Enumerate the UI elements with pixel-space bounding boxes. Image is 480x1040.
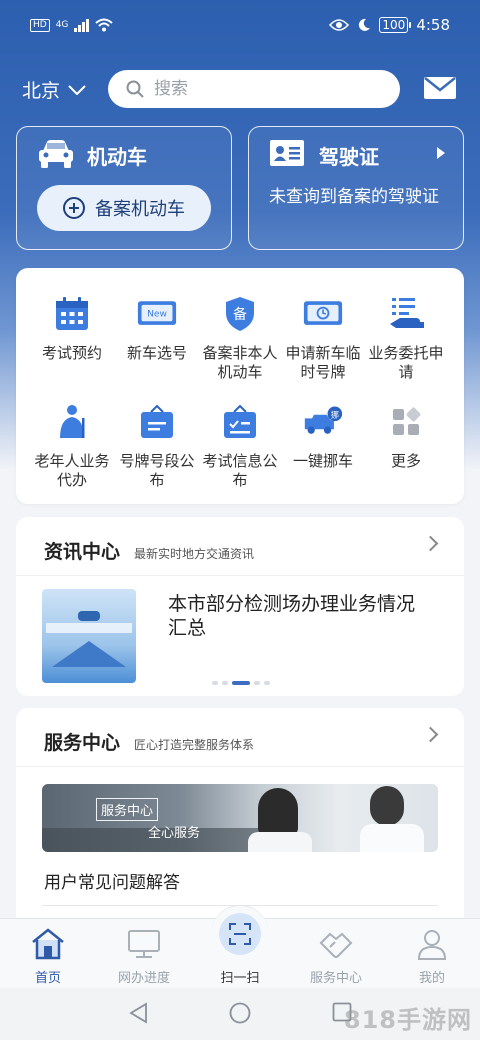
service-label: 业务委托申请 — [368, 344, 444, 381]
vehicle-card-title: 机动车 — [87, 145, 147, 169]
exam-info-icon — [224, 404, 256, 438]
service-register-other-vehicle[interactable]: 备 备案非本人机动车 — [197, 296, 283, 382]
battery-icon: 100 — [379, 17, 412, 33]
service-label: 号牌号段公布 — [119, 452, 195, 489]
service-grid: 考试预约 New 新车选号 备 备案非本人机动车 申请新车临时号牌 业务委托申请… — [16, 268, 464, 504]
service-delegate[interactable]: 业务委托申请 — [363, 296, 449, 382]
scan-icon — [229, 923, 251, 945]
user-icon — [417, 930, 447, 960]
tab-scan[interactable]: 扫一扫 — [200, 965, 280, 986]
shield-bei-icon: 备 — [226, 297, 254, 331]
city-label: 北京 — [22, 80, 61, 102]
moon-icon — [359, 18, 371, 31]
tab-label: 扫一扫 — [220, 971, 260, 986]
back-icon[interactable] — [128, 1002, 148, 1024]
banner-tag: 服务中心 — [96, 798, 159, 821]
svg-text:挪: 挪 — [331, 409, 339, 419]
tab-label: 网办进度 — [117, 971, 170, 986]
service-exam-info[interactable]: 考试信息公布 — [197, 404, 283, 490]
home-circle-icon[interactable] — [229, 1002, 251, 1024]
chevron-right-icon — [437, 147, 445, 159]
service-center-title: 服务中心 — [44, 732, 121, 754]
news-center-title: 资讯中心 — [44, 541, 121, 563]
news-center-panel: 资讯中心 最新实时地方交通资讯 本市部分检测场办理业务情况汇总 — [16, 517, 464, 696]
tab-profile[interactable]: 我的 — [392, 927, 472, 986]
service-label: 考试预约 — [41, 344, 102, 362]
banner-text: 全心服务 — [148, 826, 201, 841]
service-elderly[interactable]: 老年人业务代办 — [29, 404, 115, 490]
license-card[interactable]: 驾驶证 未查询到备案的驾驶证 — [248, 126, 464, 250]
tab-progress[interactable]: 网办进度 — [104, 927, 184, 986]
service-center-subtitle: 匠心打造完整服务体系 — [134, 738, 255, 752]
city-selector[interactable]: 北京 — [22, 76, 86, 103]
tab-service-center[interactable]: 服务中心 — [296, 927, 376, 986]
service-label: 一键挪车 — [292, 452, 353, 470]
register-vehicle-button[interactable]: 备案机动车 — [37, 185, 211, 231]
search-icon — [126, 80, 144, 98]
service-label: 申请新车临时号牌 — [285, 344, 361, 381]
handshake-icon — [319, 932, 353, 958]
tab-home[interactable]: 首页 — [8, 927, 88, 986]
more-grid-icon — [393, 407, 421, 435]
faq-link[interactable]: 用户常见问题解答 — [44, 868, 180, 893]
monitor-icon — [128, 930, 160, 958]
signal-icon — [74, 18, 90, 32]
plate-range-icon — [141, 404, 173, 438]
svg-text:备: 备 — [233, 306, 247, 323]
tab-label: 我的 — [418, 971, 445, 986]
license-status-text: 未查询到备案的驾驶证 — [269, 187, 439, 207]
chevron-down-icon — [68, 84, 86, 95]
tab-label: 首页 — [34, 971, 61, 986]
register-vehicle-label: 备案机动车 — [95, 199, 185, 220]
status-bar: HD 4G 100 4:58 — [0, 0, 480, 56]
service-banner[interactable]: 服务中心 全心服务 — [42, 784, 438, 852]
move-car-icon: 挪 — [304, 406, 343, 434]
tab-label: 服务中心 — [309, 971, 362, 986]
mail-icon[interactable] — [423, 74, 457, 102]
search-bar[interactable] — [108, 70, 400, 108]
add-circle-icon — [63, 197, 85, 219]
scan-button[interactable] — [219, 913, 261, 955]
car-icon — [39, 140, 73, 168]
elderly-icon — [60, 405, 85, 438]
wifi-icon — [95, 18, 114, 32]
service-label: 老年人业务代办 — [34, 452, 110, 489]
vehicle-card[interactable]: 机动车 备案机动车 — [16, 126, 232, 250]
news-thumbnail[interactable] — [42, 589, 136, 683]
clock: 4:58 — [416, 16, 450, 34]
watermark: 818手游网 — [343, 1006, 472, 1034]
service-label: 更多 — [390, 452, 421, 470]
service-plate-range[interactable]: 号牌号段公布 — [114, 404, 200, 490]
network-type: 4G — [55, 20, 69, 30]
license-card-title: 驾驶证 — [319, 145, 379, 169]
divider — [16, 766, 464, 767]
news-more-chevron-icon[interactable] — [422, 535, 439, 552]
service-exam-booking[interactable]: 考试预约 — [29, 296, 115, 363]
service-label: 新车选号 — [126, 344, 187, 362]
search-input[interactable] — [154, 79, 374, 99]
service-label: 备案非本人机动车 — [202, 344, 278, 381]
service-temp-plate[interactable]: 申请新车临时号牌 — [280, 296, 366, 382]
new-plate-icon: New — [137, 301, 177, 325]
temp-plate-icon — [303, 301, 343, 325]
home-icon — [32, 928, 64, 960]
news-headline[interactable]: 本市部分检测场办理业务情况汇总 — [168, 592, 428, 640]
carousel-indicator — [212, 681, 270, 685]
service-new-plate[interactable]: New 新车选号 — [114, 296, 200, 363]
delegate-icon — [390, 298, 424, 328]
eye-icon — [329, 19, 350, 31]
svg-text:New: New — [147, 310, 167, 320]
news-center-subtitle: 最新实时地方交通资讯 — [134, 547, 255, 561]
divider — [16, 575, 464, 576]
hd-indicator: HD — [30, 18, 50, 32]
service-move-car[interactable]: 挪 一键挪车 — [280, 404, 366, 471]
id-card-icon — [270, 140, 304, 166]
service-center-panel: 服务中心 匠心打造完整服务体系 服务中心 全心服务 用户常见问题解答 — [16, 708, 464, 920]
service-more[interactable]: 更多 — [363, 404, 449, 471]
service-more-chevron-icon[interactable] — [422, 726, 439, 743]
calendar-icon — [56, 297, 88, 330]
service-label: 考试信息公布 — [202, 452, 278, 489]
